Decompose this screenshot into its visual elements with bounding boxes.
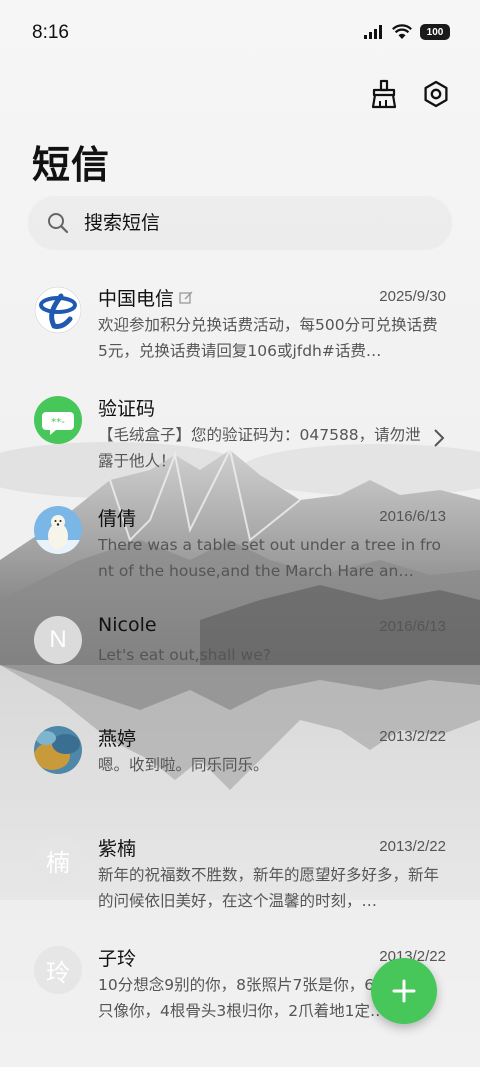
message-bubble-icon: **- bbox=[34, 396, 82, 444]
message-preview: 欢迎参加积分兑换话费活动，每500分可兑换话费5元，兑换话费请回复106或jfd… bbox=[98, 316, 438, 360]
conversation-item[interactable]: 倩倩 2016/6/13 There was a table set out u… bbox=[0, 494, 480, 604]
status-icons: 100 bbox=[364, 24, 450, 40]
contact-name: 倩倩 bbox=[98, 508, 137, 530]
contact-name: 子玲 bbox=[98, 948, 137, 970]
contact-name: 中国电信 bbox=[98, 284, 194, 311]
conversation-item[interactable]: 中国电信 2025/9/30 欢迎参加积分兑换话费活动，每500分可兑换话费5元… bbox=[0, 274, 480, 384]
china-telecom-logo bbox=[34, 286, 82, 334]
verified-edit-icon bbox=[179, 291, 193, 304]
gear-icon bbox=[424, 80, 448, 108]
message-preview: 嗯。收到啦。同乐同乐。 bbox=[98, 756, 269, 774]
page-title: 短信 bbox=[32, 143, 111, 187]
message-date: 2013/2/22 bbox=[379, 728, 446, 745]
message-date: 2016/6/13 bbox=[379, 508, 446, 525]
battery-icon: 100 bbox=[420, 24, 450, 40]
settings-button[interactable] bbox=[420, 78, 452, 110]
conversation-item[interactable]: 燕婷 2013/2/22 嗯。收到啦。同乐同乐。 bbox=[0, 714, 480, 824]
painted-photo bbox=[34, 726, 82, 774]
plus-icon bbox=[392, 979, 416, 1003]
top-actions bbox=[368, 78, 452, 110]
chevron-right-icon[interactable] bbox=[432, 428, 446, 448]
message-date: 2013/2/22 bbox=[379, 838, 446, 855]
message-preview: 【毛绒盒子】您的验证码为：047588，请勿泄露于他人！ bbox=[98, 426, 421, 470]
conversation-list: 中国电信 2025/9/30 欢迎参加积分兑换话费活动，每500分可兑换话费5元… bbox=[0, 274, 480, 1044]
new-message-button[interactable] bbox=[371, 958, 437, 1024]
conversation-item[interactable]: N Nicole 2016/6/13 Let's eat out,shall w… bbox=[0, 604, 480, 714]
search-input[interactable] bbox=[82, 211, 426, 235]
polar-bear-photo bbox=[34, 506, 82, 554]
contact-name: 紫楠 bbox=[98, 838, 137, 860]
search-bar[interactable] bbox=[28, 196, 452, 250]
letter-avatar: 楠 bbox=[34, 836, 82, 884]
message-preview: Let's eat out,shall we? bbox=[98, 646, 271, 664]
clean-button[interactable] bbox=[368, 78, 400, 110]
contact-name: Nicole bbox=[98, 614, 157, 636]
contact-name: 燕婷 bbox=[98, 728, 137, 750]
contact-name: 验证码 bbox=[98, 398, 156, 420]
battery-level: 100 bbox=[426, 26, 444, 38]
search-icon bbox=[48, 213, 69, 234]
message-date: 2016/6/13 bbox=[379, 618, 446, 635]
broom-icon bbox=[371, 79, 397, 109]
svg-text:**-: **- bbox=[51, 417, 65, 428]
conversation-item[interactable]: **- 验证码 【毛绒盒子】您的验证码为：047588，请勿泄露于他人！ bbox=[0, 384, 480, 494]
message-preview: 新年的祝福数不胜数，新年的愿望好多好多，新年的问候依旧美好，在这个温馨的时刻，… bbox=[98, 866, 440, 910]
signal-icon bbox=[364, 25, 382, 39]
message-date: 2025/9/30 bbox=[379, 288, 446, 305]
letter-avatar: N bbox=[34, 616, 82, 664]
conversation-item[interactable]: 楠 紫楠 2013/2/22 新年的祝福数不胜数，新年的愿望好多好多，新年的问候… bbox=[0, 824, 480, 934]
letter-avatar: 玲 bbox=[34, 946, 82, 994]
message-preview: There was a table set out under a tree i… bbox=[98, 536, 441, 580]
wifi-icon bbox=[392, 24, 412, 39]
status-bar: 8:16 100 bbox=[0, 0, 480, 68]
contact-name-text: 中国电信 bbox=[98, 288, 175, 310]
status-time: 8:16 bbox=[32, 22, 69, 43]
